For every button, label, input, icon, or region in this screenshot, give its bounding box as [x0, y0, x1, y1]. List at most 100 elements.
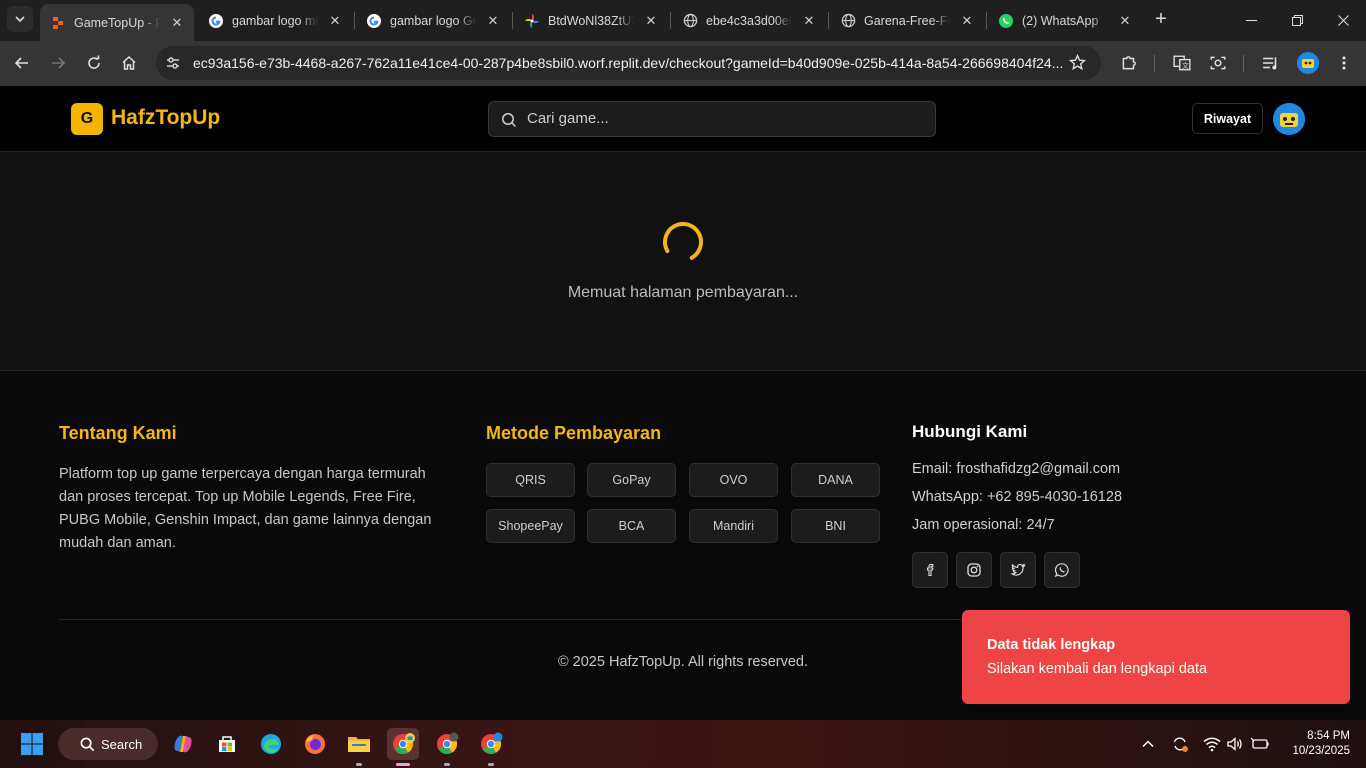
reload-icon [88, 55, 100, 69]
firefox-icon [305, 734, 325, 754]
restore-icon [1291, 14, 1303, 26]
taskbar-search[interactable]: Search [58, 728, 158, 760]
tab-title: (2) WhatsApp [1022, 13, 1099, 28]
clock-time: 8:54 PM [1307, 730, 1350, 742]
battery-tray-button[interactable] [1250, 734, 1270, 754]
sync-icon [1173, 737, 1188, 752]
profile-button[interactable] [1294, 49, 1322, 77]
start-button[interactable] [16, 728, 48, 760]
tab-gambar-logo-ge[interactable]: gambar logo Ge ✕ [356, 6, 510, 35]
translate-icon: 文 [1173, 55, 1191, 71]
tab-search-button[interactable] [7, 6, 33, 32]
brand-name[interactable]: HafzTopUp [111, 106, 220, 130]
pinwheel-icon [524, 13, 540, 29]
new-tab-button[interactable]: + [1151, 9, 1171, 29]
payment-method-bni: BNI [791, 509, 880, 543]
toolbar-divider [1243, 55, 1244, 72]
star-icon[interactable] [1069, 54, 1086, 71]
volume-tray-button[interactable] [1225, 734, 1245, 754]
chrome-icon [393, 733, 415, 754]
browser-menu-button[interactable] [1330, 49, 1358, 77]
whatsapp-button[interactable] [1044, 552, 1080, 588]
tab-separator [512, 12, 513, 29]
about-text: Platform top up game terpercaya dengan h… [59, 466, 432, 551]
store-app[interactable] [211, 728, 243, 760]
taskbar-search-label: Search [101, 736, 143, 752]
chrome-app-active[interactable] [387, 728, 419, 760]
close-tab-icon[interactable]: ✕ [642, 12, 660, 30]
update-tray-button[interactable] [1170, 734, 1190, 754]
logo-icon[interactable]: G [71, 103, 103, 135]
chrome-icon [437, 732, 459, 754]
tab-title: gambar logo Ge [390, 13, 476, 28]
facebook-button[interactable] [912, 552, 948, 588]
reload-button[interactable] [80, 49, 108, 77]
contact-whatsapp: WhatsApp: +62 895-4030-16128 [912, 489, 1123, 505]
url-text[interactable]: ec93a156-e73b-4468-a267-762a11e41ce4-00-… [193, 55, 1063, 71]
windows-logo-icon [21, 733, 43, 755]
search-icon [80, 737, 95, 752]
tab-garena-free-fire[interactable]: Garena-Free-Fire ✕ [830, 6, 984, 35]
home-button[interactable] [115, 49, 143, 77]
close-tab-icon[interactable]: ✕ [800, 12, 818, 30]
chrome-app-profile3[interactable] [475, 728, 507, 760]
toolbar-divider [1154, 55, 1155, 72]
payment-title: Metode Pembayaran [486, 423, 662, 443]
contact-hours: Jam operasional: 24/7 [912, 517, 1055, 533]
site-settings-icon[interactable] [165, 55, 181, 71]
tab-separator [986, 12, 987, 29]
firefox-app[interactable] [299, 728, 331, 760]
address-bar[interactable]: ec93a156-e73b-4468-a267-762a11e41ce4-00-… [156, 46, 1101, 80]
show-hidden-icons-button[interactable] [1138, 734, 1158, 754]
chrome-icon [481, 732, 503, 754]
close-tab-icon[interactable]: ✕ [168, 14, 186, 32]
tab-ebe4c3[interactable]: ebe4c3a3d00e0 ✕ [672, 6, 826, 35]
extensions-button[interactable] [1115, 49, 1143, 77]
close-tab-icon[interactable]: ✕ [1116, 12, 1134, 30]
file-explorer-app[interactable] [343, 728, 375, 760]
battery-charging-icon [1250, 737, 1269, 749]
twitter-button[interactable] [1000, 552, 1036, 588]
running-indicator [356, 763, 362, 766]
avatar[interactable] [1273, 103, 1305, 135]
close-tab-icon[interactable]: ✕ [484, 12, 502, 30]
close-icon [1337, 14, 1349, 26]
media-control-button[interactable] [1257, 49, 1285, 77]
tab-separator [354, 12, 355, 29]
chevron-up-icon [1142, 740, 1154, 748]
tab-whatsapp[interactable]: (2) WhatsApp ✕ [988, 6, 1142, 35]
forward-button[interactable] [44, 49, 72, 77]
playlist-icon [1263, 57, 1277, 70]
copilot-app[interactable] [167, 728, 199, 760]
clock-date: 10/23/2025 [1292, 745, 1350, 757]
close-tab-icon[interactable]: ✕ [326, 12, 344, 30]
chrome-app-profile2[interactable] [431, 728, 463, 760]
lens-button[interactable] [1204, 49, 1232, 77]
payment-method-ovo: OVO [689, 463, 778, 497]
copilot-icon [174, 735, 192, 753]
toast-title: Data tidak lengkap [987, 637, 1116, 653]
wifi-tray-button[interactable] [1202, 734, 1222, 754]
tab-title: gambar logo ml [232, 13, 318, 28]
system-clock[interactable]: 8:54 PM 10/23/2025 [1282, 729, 1350, 759]
back-button[interactable] [8, 49, 36, 77]
close-window-button[interactable] [1320, 0, 1366, 40]
tab-btdwonl[interactable]: BtdWoNl38ZtU2 ✕ [514, 6, 668, 35]
history-button[interactable]: Riwayat [1192, 103, 1263, 134]
profile-avatar-icon [1297, 52, 1319, 74]
instagram-button[interactable] [956, 552, 992, 588]
tab-title: BtdWoNl38ZtU2 [548, 13, 634, 28]
translate-button[interactable]: 文 [1168, 49, 1196, 77]
error-toast[interactable]: Data tidak lengkap Silakan kembali dan l… [962, 610, 1350, 704]
search-box[interactable] [488, 101, 936, 137]
search-input[interactable] [527, 110, 917, 127]
minimize-button[interactable] [1228, 0, 1274, 40]
camera-search-icon [1210, 56, 1226, 70]
restore-button[interactable] [1274, 0, 1320, 40]
edge-app[interactable] [255, 728, 287, 760]
tab-gametopup[interactable]: GameTopUp - Pl ✕ [40, 4, 194, 41]
tab-gambar-logo-ml[interactable]: gambar logo ml ✕ [198, 6, 352, 35]
tab-separator [828, 12, 829, 29]
close-tab-icon[interactable]: ✕ [958, 12, 976, 30]
speaker-icon [1227, 737, 1242, 751]
